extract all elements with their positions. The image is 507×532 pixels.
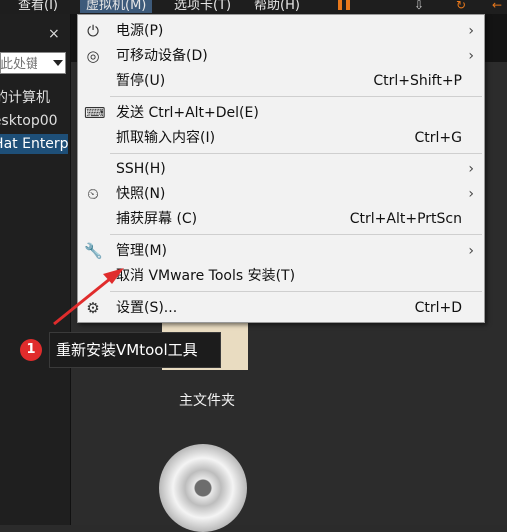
menu-item-snapshot[interactable]: ⏲ 快照(N) › [78,182,484,206]
search-input[interactable] [1,55,37,73]
send-keys-icon: ⌨ [84,104,106,122]
menu-item-label: 设置(S)... [116,300,178,316]
menu-divider [110,234,482,235]
settings-icon: ⚙ [86,299,100,317]
revert-snapshot-icon[interactable]: ↻ [456,0,466,11]
menu-view[interactable]: 查看(I) [18,0,58,13]
chevron-right-icon: › [468,161,474,177]
vm-menu: ⏻ 电源(P) › ◎ 可移动设备(D) › 暂停(U) Ctrl+Shift+… [77,14,485,323]
library-search[interactable] [0,52,66,74]
menu-item-pause[interactable]: 暂停(U) Ctrl+Shift+P [78,69,484,93]
menu-tabs[interactable]: 选项卡(T) [174,0,231,13]
menu-item-label: 快照(N) [116,186,166,202]
menu-item-label: 发送 Ctrl+Alt+Del(E) [116,105,259,121]
menu-item-label: 捕获屏幕 (C) [116,211,198,227]
back-icon[interactable]: ← [492,0,502,11]
power-icon: ⏻ [87,22,99,40]
snapshot-icon: ⏲ [87,185,99,203]
pause-icon[interactable] [338,0,352,10]
chevron-right-icon: › [468,48,474,64]
fullscreen-icon[interactable]: ⇩ [414,0,424,11]
tree-item-rhel[interactable]: Red Hat Enterprise [0,134,68,154]
menu-item-manage[interactable]: 🔧 管理(M) › [78,239,484,263]
menu-item-shortcut: Ctrl+D [414,300,462,316]
wrench-icon: 🔧 [84,242,103,260]
tree-item-desktop00[interactable]: Desktop00 [0,111,68,131]
menu-item-label: 取消 VMware Tools 安装(T) [116,268,296,284]
menu-item-label: 可移动设备(D) [116,48,208,64]
folder-label[interactable]: 主文件夹 [167,390,247,410]
step-badge: 1 [20,339,42,361]
menu-item-label: 暂停(U) [116,73,166,89]
menu-item-cancel-vmware-tools[interactable]: 取消 VMware Tools 安装(T) [78,264,484,288]
menu-item-send-ctrl-alt-del[interactable]: ⌨ 发送 Ctrl+Alt+Del(E) [78,101,484,125]
menu-item-label: 电源(P) [116,23,164,39]
removable-device-icon: ◎ [86,47,100,65]
menu-item-label: SSH(H) [116,161,166,177]
chevron-down-icon[interactable] [53,60,63,66]
close-icon[interactable]: × [48,26,60,42]
menu-divider [110,96,482,97]
menu-item-label: 抓取输入内容(I) [116,130,216,146]
chevron-right-icon: › [468,23,474,39]
library-panel: × 我的计算机 Desktop00 Red Hat Enterprise [0,14,71,525]
menu-item-settings[interactable]: ⚙ 设置(S)... Ctrl+D [78,296,484,320]
menu-item-ssh[interactable]: SSH(H) › [78,157,484,181]
menu-item-grab-input[interactable]: 抓取输入内容(I) Ctrl+G [78,126,484,150]
menu-item-shortcut: Ctrl+Shift+P [373,73,462,89]
menu-item-shortcut: Ctrl+G [414,130,463,146]
menu-divider [110,153,482,154]
menu-help[interactable]: 帮助(H) [254,0,300,13]
menu-item-shortcut: Ctrl+Alt+PrtScn [349,211,462,227]
menu-divider [110,291,482,292]
menu-vm[interactable]: 虚拟机(M) [80,0,153,13]
tree-item-my-computer[interactable]: 我的计算机 [0,88,68,108]
menubar: 查看(I) 虚拟机(M) 选项卡(T) 帮助(H) ⇩ ↻ ← [0,0,507,14]
menu-item-label: 管理(M) [116,243,168,259]
annotation-label: 重新安装VMtool工具 [49,332,221,368]
menu-item-power[interactable]: ⏻ 电源(P) › [78,19,484,43]
disc-icon[interactable] [159,444,247,532]
chevron-right-icon: › [468,243,474,259]
menu-item-capture-screen[interactable]: 捕获屏幕 (C) Ctrl+Alt+PrtScn [78,207,484,231]
menu-item-removable-devices[interactable]: ◎ 可移动设备(D) › [78,44,484,68]
chevron-right-icon: › [468,186,474,202]
